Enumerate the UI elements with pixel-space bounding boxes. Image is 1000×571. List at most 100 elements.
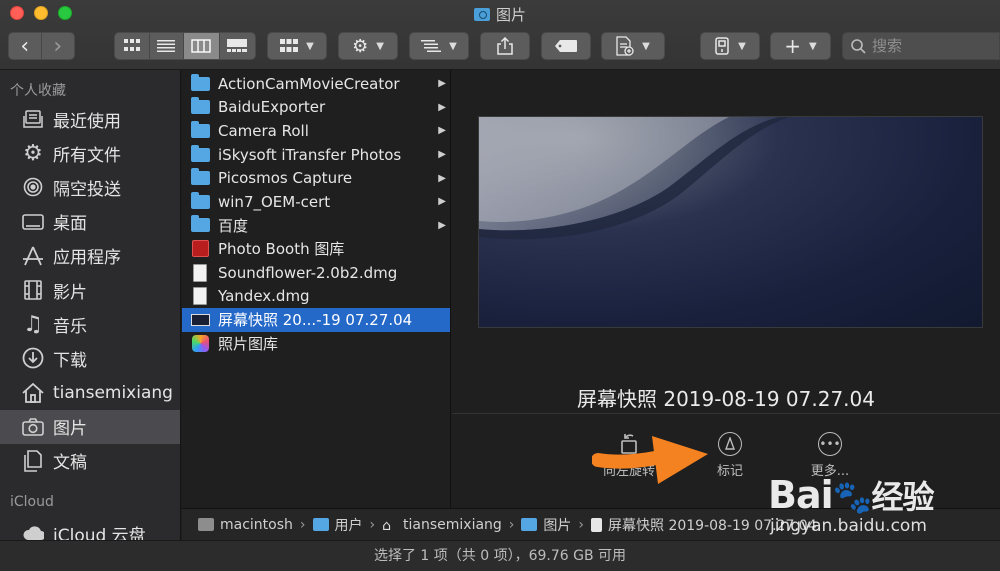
- icon-view-icon: [123, 39, 140, 51]
- paw-icon: 🐾: [832, 478, 873, 516]
- search-icon: [851, 38, 866, 54]
- documents-icon: [22, 450, 44, 472]
- music-icon: ♫: [23, 311, 43, 337]
- disclosure-arrow-icon: ▶: [438, 149, 446, 161]
- list-item[interactable]: Yandex.dmg: [182, 284, 450, 308]
- path-segment-users[interactable]: 用户: [312, 515, 363, 535]
- sidebar-item-pictures[interactable]: 图片: [0, 409, 180, 444]
- list-item[interactable]: 百度 ▶: [182, 214, 450, 238]
- disclosure-arrow-icon: ▶: [438, 172, 446, 184]
- list-item-name: Yandex.dmg: [218, 287, 310, 306]
- home-icon: [22, 382, 44, 404]
- list-item[interactable]: Photo Booth 图库: [182, 237, 450, 261]
- sidebar-item-label: 隔空投送: [53, 179, 121, 200]
- chevron-down-icon: ▼: [642, 40, 650, 52]
- new-document-button[interactable]: ▼: [601, 32, 665, 60]
- folder-icon: [190, 144, 210, 164]
- gallery-view-icon: [227, 39, 248, 52]
- camera-icon: [22, 416, 44, 438]
- list-item[interactable]: iSkysoft iTransfer Photos ▶: [182, 143, 450, 167]
- column-view-icon: [191, 39, 211, 53]
- list-item[interactable]: Soundflower-2.0b2.dmg: [182, 261, 450, 285]
- forward-icon: ›: [53, 33, 63, 59]
- preview-filename: 屏幕快照 2019-08-19 07.27.04: [576, 387, 875, 411]
- share-button[interactable]: [480, 32, 530, 60]
- list-item[interactable]: Picosmos Capture ▶: [182, 166, 450, 190]
- sidebar-item-all-files[interactable]: ⚙ 所有文件: [0, 136, 180, 170]
- sidebar-item-airdrop[interactable]: 隔空投送: [0, 170, 180, 204]
- folder-icon: [190, 168, 210, 187]
- folder-icon: [521, 518, 538, 531]
- sidebar: 个人收藏 最近使用 ⚙ 所有文件 隔空投送 桌面 应用程序 影片 ♫ 音乐 下载…: [0, 70, 181, 545]
- applications-icon: [22, 245, 44, 267]
- list-item-name: 百度: [218, 216, 249, 235]
- search-input[interactable]: [872, 37, 992, 55]
- window-title-text: 图片: [495, 6, 526, 24]
- sidebar-item-music[interactable]: ♫ 音乐: [0, 307, 180, 341]
- markup-icon: [718, 432, 742, 456]
- device-button[interactable]: ▼: [700, 32, 760, 60]
- list-item-name: iSkysoft iTransfer Photos: [218, 145, 402, 164]
- list-item[interactable]: BaiduExporter ▶: [182, 96, 450, 120]
- list-item-name: win7_OEM-cert: [218, 192, 331, 211]
- sidebar-item-label: 图片: [53, 419, 87, 440]
- sidebar-item-home[interactable]: tiansemixiang: [0, 376, 180, 410]
- action-menu-button[interactable]: ⚙ ▼: [338, 32, 398, 60]
- path-segment-macintosh[interactable]: macintosh: [198, 517, 293, 533]
- disclosure-arrow-icon: ▶: [438, 196, 446, 208]
- search-field[interactable]: [842, 32, 1000, 60]
- path-segment-pictures[interactable]: 图片: [521, 515, 571, 535]
- gear-icon: ⚙: [352, 35, 369, 57]
- chevron-down-icon: ▼: [306, 40, 314, 52]
- arrange-button[interactable]: ▼: [409, 32, 469, 60]
- column-view-button[interactable]: [184, 33, 220, 59]
- path-separator-icon: ›: [508, 516, 515, 533]
- list-item[interactable]: 照片图库: [182, 332, 450, 356]
- sidebar-item-applications[interactable]: 应用程序: [0, 239, 180, 273]
- path-separator-icon: ›: [299, 516, 306, 533]
- icon-view-button[interactable]: [115, 33, 150, 59]
- home-icon: ⌂: [382, 518, 392, 534]
- wallpaper-wave: [479, 117, 789, 240]
- path-segment-home[interactable]: ⌂ tiansemixiang: [382, 517, 502, 535]
- sidebar-item-movies[interactable]: 影片: [0, 273, 180, 307]
- folder-icon: [190, 215, 210, 234]
- forward-button[interactable]: ›: [42, 33, 75, 59]
- sidebar-item-label: 桌面: [53, 214, 87, 235]
- sidebar-item-label: 下载: [53, 350, 87, 371]
- chevron-down-icon: ▼: [809, 40, 817, 52]
- list-item[interactable]: Camera Roll ▶: [182, 119, 450, 143]
- title-toolbar: 图片 ‹ › ▼ ⚙ ▼ ▼ ▼ ▼ + ▼ 搜索: [0, 0, 1000, 70]
- tag-icon: [555, 40, 577, 52]
- path-label: macintosh: [220, 516, 293, 533]
- divider: [452, 413, 1000, 414]
- list-item-selected[interactable]: 屏幕快照 20...-19 07.27.04: [182, 307, 450, 332]
- sidebar-item-label: 音乐: [53, 316, 87, 337]
- nav-buttons: ‹ ›: [8, 32, 75, 60]
- folder-icon: [190, 120, 210, 140]
- list-view-button[interactable]: [150, 33, 185, 59]
- movies-icon: [22, 279, 44, 301]
- share-icon: [497, 37, 513, 55]
- sidebar-item-desktop[interactable]: 桌面: [0, 205, 180, 239]
- airdrop-icon: [22, 176, 44, 198]
- list-item[interactable]: win7_OEM-cert ▶: [182, 190, 450, 214]
- list-item[interactable]: ActionCamMovieCreator ▶: [182, 72, 450, 96]
- path-label: 图片: [543, 517, 572, 534]
- back-icon: ‹: [20, 33, 30, 59]
- sidebar-item-label: 最近使用: [53, 111, 121, 132]
- disclosure-arrow-icon: ▶: [438, 125, 446, 137]
- watermark-url: jingyan.baidu.com: [770, 516, 927, 536]
- group-by-button[interactable]: ▼: [267, 32, 327, 60]
- sidebar-item-downloads[interactable]: 下载: [0, 341, 180, 375]
- sidebar-item-recents[interactable]: 最近使用: [0, 102, 180, 136]
- edit-tags-button[interactable]: [541, 32, 591, 60]
- sidebar-item-documents[interactable]: 文稿: [0, 444, 180, 478]
- watermark-logo-suffix: 经验: [871, 478, 934, 516]
- list-view-icon: [157, 40, 176, 52]
- more-icon: •••: [818, 432, 842, 456]
- gallery-view-button[interactable]: [220, 33, 255, 59]
- add-button[interactable]: + ▼: [770, 32, 831, 60]
- back-button[interactable]: ‹: [9, 33, 42, 59]
- sidebar-item-label: 应用程序: [53, 248, 121, 269]
